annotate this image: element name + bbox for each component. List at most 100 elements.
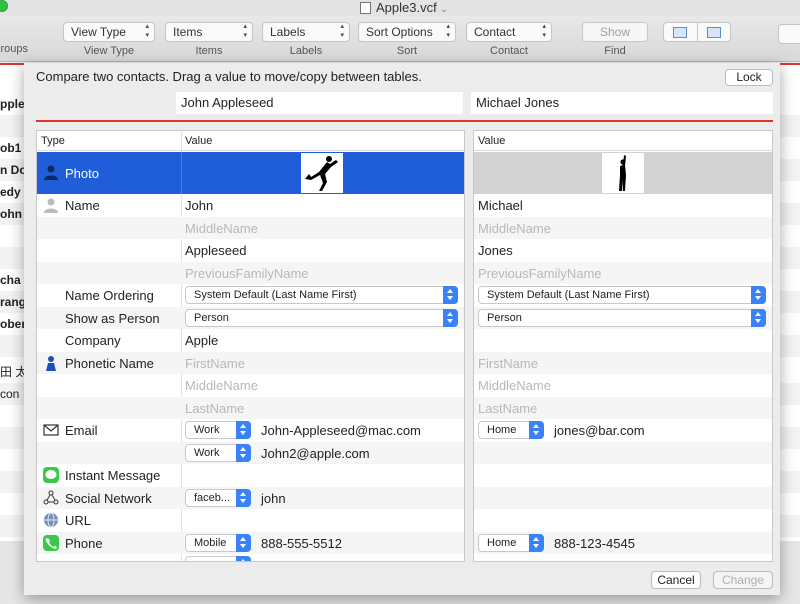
contact-group: Contact Contact — [466, 22, 552, 57]
table-row-social-network[interactable]: Social Network faceb... john — [37, 486, 464, 509]
table-row[interactable]: Jones — [474, 239, 772, 262]
previous-family-name-placeholder[interactable]: PreviousFamilyName — [478, 266, 602, 281]
lock-button[interactable]: Lock — [725, 69, 773, 86]
phone-icon — [43, 534, 59, 551]
table-row[interactable]: System Default (Last Name First) — [474, 284, 772, 307]
right-contact-table: Value Michael MiddleName Jones PreviousF… — [473, 130, 773, 562]
value-column-header[interactable]: Value — [474, 131, 772, 151]
email-label-popup[interactable]: Work — [185, 443, 251, 462]
show-as-popup[interactable]: Person — [185, 308, 458, 327]
last-name-value[interactable]: Jones — [478, 243, 513, 258]
social-value[interactable]: john — [261, 491, 286, 506]
name-ordering-popup[interactable]: System Default (Last Name First) — [478, 286, 766, 304]
table-row[interactable]: Home 888-123-4545 — [474, 531, 772, 554]
table-row-instant-message[interactable]: Instant Message — [37, 464, 464, 487]
items-group: Items Items — [165, 22, 253, 57]
middle-name-placeholder[interactable]: MiddleName — [478, 221, 551, 236]
table-row[interactable]: MiddleName — [474, 216, 772, 239]
table-row[interactable]: Michael — [474, 194, 772, 217]
table-row-phonetic-name[interactable]: Phonetic Name FirstName — [37, 351, 464, 374]
view-left-pane-button[interactable] — [664, 23, 697, 41]
table-row[interactable] — [474, 554, 772, 561]
phonetic-last-placeholder[interactable]: LastName — [185, 401, 244, 416]
table-row[interactable]: LastName — [37, 396, 464, 419]
table-row-phone[interactable]: Phone Mobile 888-555-5512 — [37, 531, 464, 554]
phonetic-middle-placeholder[interactable]: MiddleName — [185, 378, 258, 393]
table-row[interactable] — [474, 509, 772, 532]
show-as-popup[interactable]: Person — [478, 308, 766, 327]
table-row-url[interactable]: URL — [37, 509, 464, 532]
table-row[interactable]: PreviousFamilyName — [37, 261, 464, 284]
email-value[interactable]: jones@bar.com — [554, 423, 645, 438]
table-row[interactable]: MiddleName — [474, 374, 772, 397]
phonetic-middle-placeholder[interactable]: MiddleName — [478, 378, 551, 393]
first-name-value[interactable]: John — [185, 198, 213, 213]
table-row[interactable] — [474, 486, 772, 509]
right-contact-name: Michael Jones — [471, 92, 773, 114]
divider-line — [0, 63, 24, 65]
table-row[interactable]: Appleseed — [37, 239, 464, 262]
table-row[interactable] — [37, 554, 464, 561]
table-row-photo[interactable] — [474, 152, 772, 194]
table-row[interactable]: MiddleName — [37, 216, 464, 239]
email-value[interactable]: John2@apple.com — [261, 446, 370, 461]
change-button[interactable]: Change — [713, 571, 773, 589]
window-title: Apple3.vcf ⌄ — [360, 0, 448, 17]
view-right-pane-button[interactable] — [696, 23, 731, 41]
zoom-window-button[interactable] — [0, 0, 8, 12]
table-row-name-ordering[interactable]: Name Ordering System Default (Last Name … — [37, 284, 464, 307]
label-popup[interactable] — [185, 556, 251, 561]
find-group: Show Find — [582, 22, 648, 57]
contact-photo[interactable] — [301, 153, 343, 193]
sort-options-popup[interactable]: Sort Options — [358, 22, 456, 42]
table-row[interactable]: Work John2@apple.com — [37, 441, 464, 464]
phone-label-popup[interactable]: Home — [478, 533, 544, 552]
table-row[interactable]: LastName — [474, 396, 772, 419]
social-service-popup[interactable]: faceb... — [185, 488, 251, 507]
phone-value[interactable]: 888-123-4545 — [554, 536, 635, 551]
table-row[interactable]: FirstName — [474, 351, 772, 374]
company-value[interactable]: Apple — [185, 333, 218, 348]
table-row[interactable] — [474, 329, 772, 352]
table-row-photo[interactable]: Photo — [37, 152, 464, 194]
stepper-icon — [236, 421, 251, 439]
table-row[interactable]: Home jones@bar.com — [474, 419, 772, 442]
table-row-company[interactable]: Company Apple — [37, 329, 464, 352]
phone-value[interactable]: 888-555-5512 — [261, 536, 342, 551]
left-contact-table: Type Value Photo Name John MiddleName Ap… — [36, 130, 465, 562]
email-label-popup[interactable]: Work — [185, 421, 251, 439]
jumping-person-image — [301, 153, 343, 193]
value-column-header[interactable]: Value — [181, 131, 464, 151]
contact-popup[interactable]: Contact — [466, 22, 552, 42]
table-row[interactable]: Person — [474, 306, 772, 329]
email-value[interactable]: John-Appleseed@mac.com — [261, 423, 421, 438]
contact-photo[interactable] — [602, 153, 644, 193]
previous-family-name-placeholder[interactable]: PreviousFamilyName — [185, 266, 309, 281]
table-row-name[interactable]: Name John — [37, 194, 464, 217]
table-row[interactable] — [474, 441, 772, 464]
email-label-popup[interactable]: Home — [478, 421, 544, 439]
first-name-value[interactable]: Michael — [478, 198, 523, 213]
table-row[interactable]: MiddleName — [37, 374, 464, 397]
type-column-header[interactable]: Type — [37, 131, 181, 151]
table-row-show-as[interactable]: Show as Person Person — [37, 306, 464, 329]
chevron-down-icon[interactable]: ⌄ — [440, 4, 448, 14]
standing-person-image — [602, 153, 644, 193]
cancel-button[interactable]: Cancel — [651, 571, 701, 589]
labels-popup[interactable]: Labels — [262, 22, 350, 42]
show-button[interactable]: Show — [582, 22, 648, 42]
phone-label-popup[interactable]: Mobile — [185, 533, 251, 552]
last-name-value[interactable]: Appleseed — [185, 243, 246, 258]
items-popup[interactable]: Items — [165, 22, 253, 42]
view-type-popup[interactable]: View Type — [63, 22, 155, 42]
stepper-icon — [443, 286, 458, 304]
middle-name-placeholder[interactable]: MiddleName — [185, 221, 258, 236]
table-row[interactable] — [474, 464, 772, 487]
phonetic-first-placeholder[interactable]: FirstName — [478, 356, 538, 371]
toolbar-overflow-button[interactable] — [778, 24, 800, 44]
table-row[interactable]: PreviousFamilyName — [474, 261, 772, 284]
phonetic-first-placeholder[interactable]: FirstName — [185, 356, 245, 371]
phonetic-last-placeholder[interactable]: LastName — [478, 401, 537, 416]
name-ordering-popup[interactable]: System Default (Last Name First) — [185, 286, 458, 304]
table-row-email[interactable]: Email Work John-Appleseed@mac.com — [37, 419, 464, 442]
